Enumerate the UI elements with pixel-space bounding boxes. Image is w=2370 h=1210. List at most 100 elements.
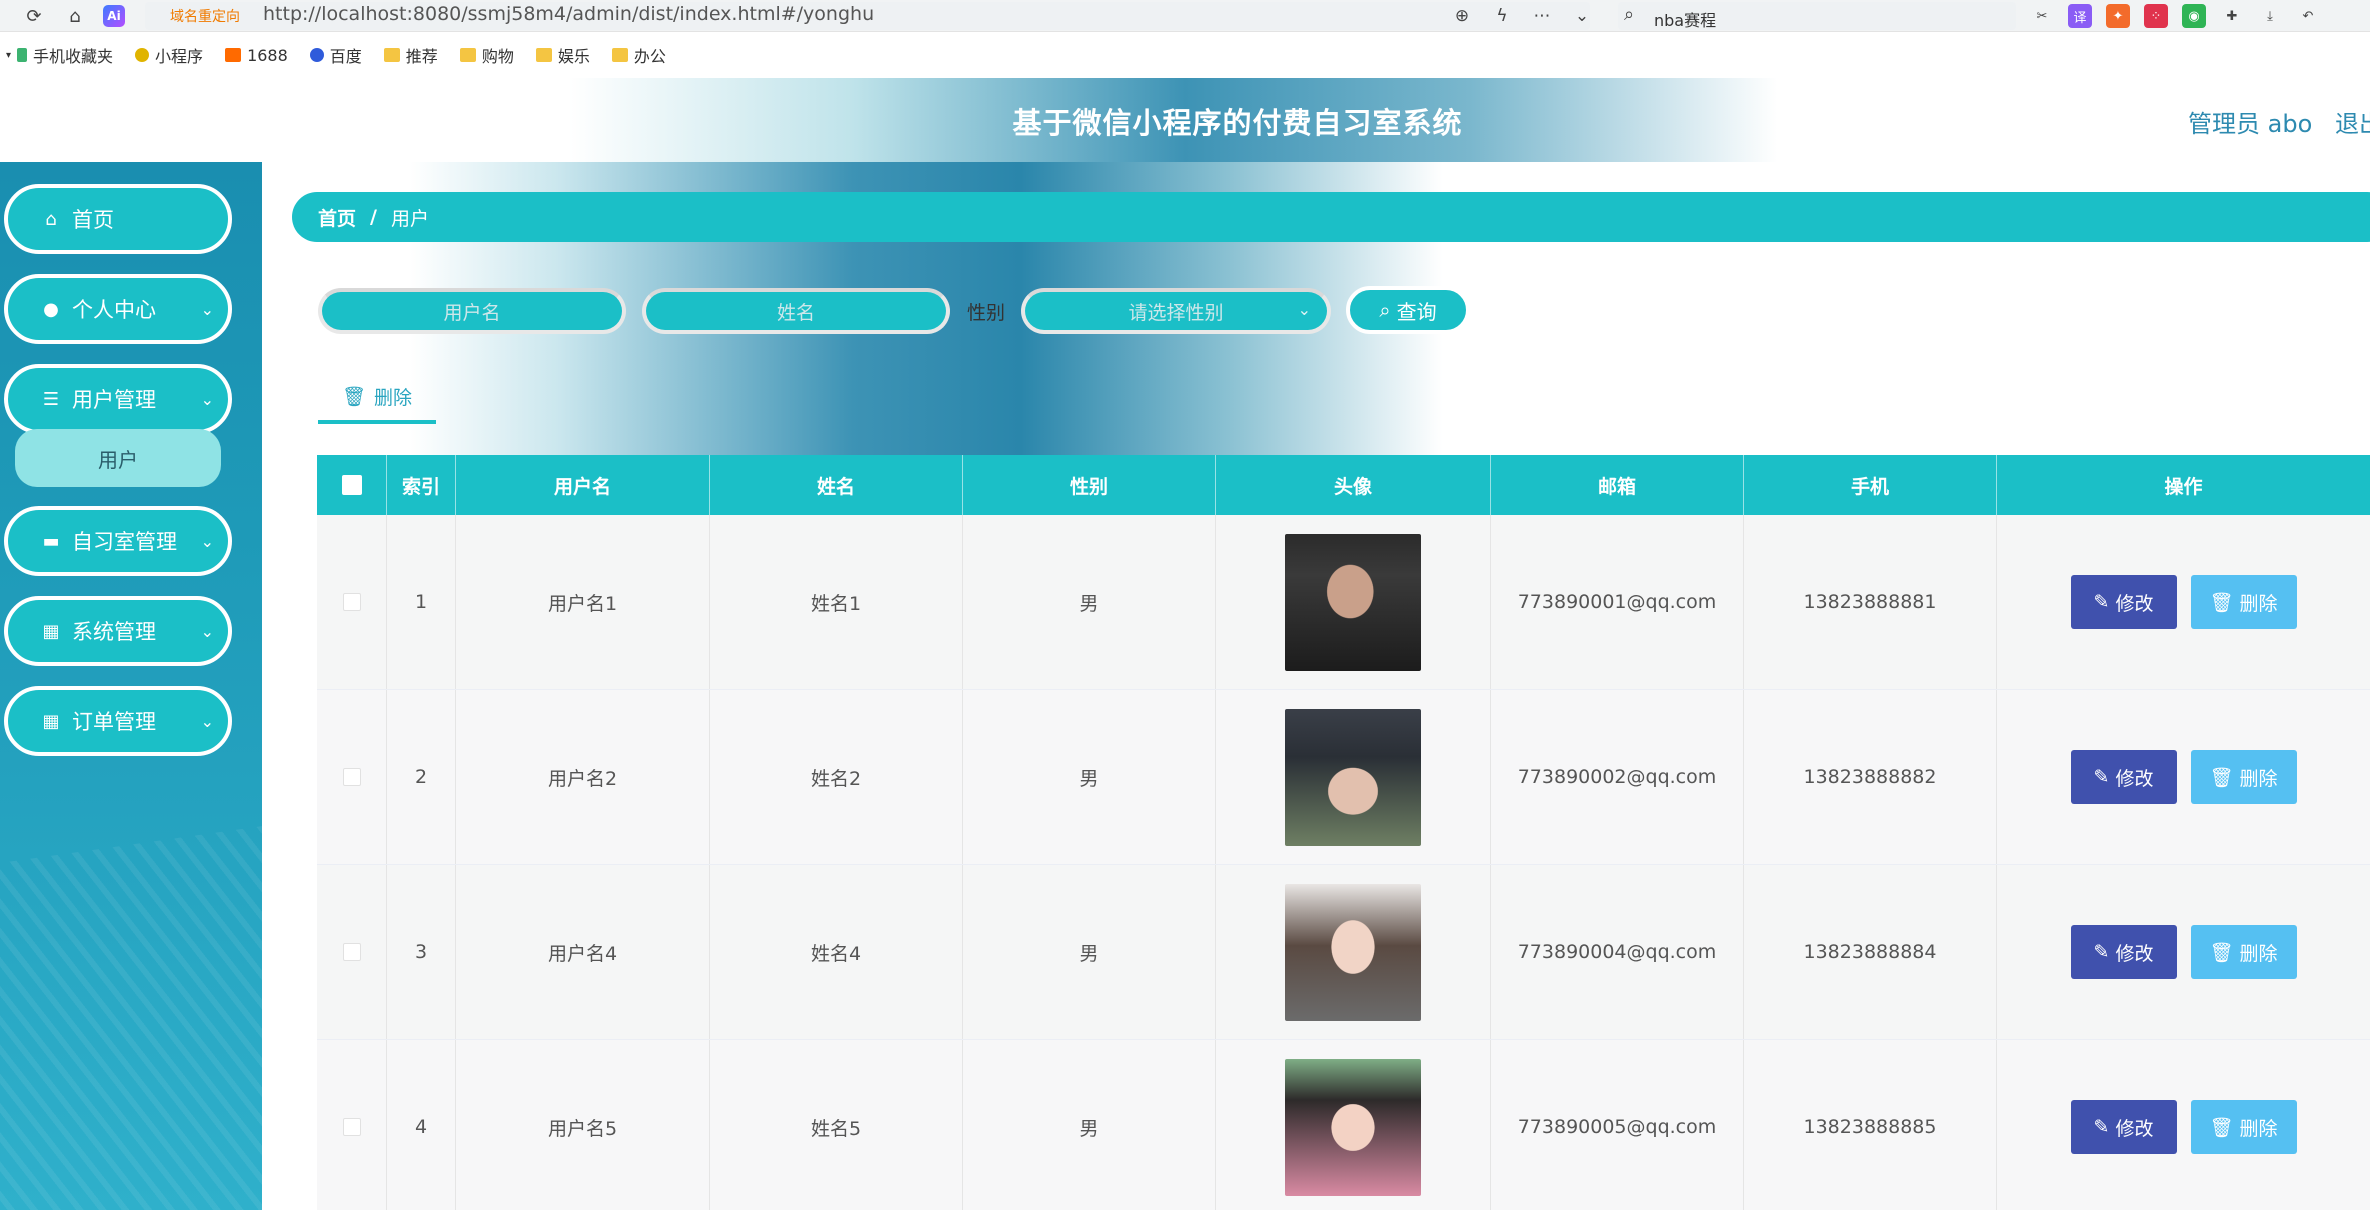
undo-icon[interactable]: ↶ [2296, 4, 2320, 28]
bookmark-1688[interactable]: 1688 [225, 46, 288, 65]
cell-index: 3 [387, 865, 456, 1039]
sidebar-item-home[interactable]: ⌂ 首页 [4, 184, 232, 254]
edit-label: 修改 [2115, 592, 2154, 615]
select-all-checkbox-cell[interactable] [317, 455, 387, 515]
header-name: 姓名 [710, 455, 963, 515]
ai-icon[interactable]: Ai [103, 5, 125, 27]
sidebar-item-order-management[interactable]: ▦ 订单管理 ⌄ [4, 686, 232, 756]
cell-email: 773890001@qq.com [1491, 515, 1744, 689]
bookmark-folder-office[interactable]: 办公 [611, 43, 666, 67]
username-placeholder: 用户名 [443, 301, 501, 324]
sidebar-item-label: 个人中心 [72, 298, 156, 322]
url-text[interactable]: http://localhost:8080/ssmj58m4/admin/dis… [263, 3, 874, 25]
cell-name: 姓名2 [710, 690, 963, 864]
sidebar-item-label: 自习室管理 [72, 530, 177, 554]
edit-button[interactable]: ✎ 修改 [2070, 750, 2177, 804]
gender-select[interactable]: 请选择性别 ⌄ [1021, 288, 1331, 334]
delete-button[interactable]: 🗑 删除 [2190, 1100, 2297, 1154]
delete-button[interactable]: 🗑 删除 [2190, 575, 2297, 629]
avatar-image [1285, 708, 1421, 846]
row-checkbox[interactable] [342, 593, 361, 611]
extensions-icon[interactable]: ✚ [2220, 4, 2244, 28]
edit-button[interactable]: ✎ 修改 [2070, 1100, 2177, 1154]
cell-username: 用户名2 [456, 690, 710, 864]
cell-username: 用户名5 [456, 1040, 710, 1210]
chevron-down-icon: ⌄ [200, 300, 214, 319]
cell-index: 1 [387, 515, 456, 689]
username-search-input[interactable]: 用户名 [318, 288, 626, 334]
select-all-checkbox[interactable] [341, 475, 362, 495]
edit-button[interactable]: ✎ 修改 [2070, 575, 2177, 629]
cell-email: 773890005@qq.com [1491, 1040, 1744, 1210]
row-checkbox[interactable] [342, 943, 361, 961]
breadcrumb-home[interactable]: 首页 [318, 204, 356, 231]
translate-icon[interactable]: 译 [2068, 4, 2092, 28]
avatar-image [1285, 533, 1421, 671]
header-actions: 操作 [2164, 475, 2203, 498]
cell-index: 4 [387, 1040, 456, 1210]
delete-button[interactable]: 🗑 删除 [2190, 750, 2297, 804]
trash-icon: 🗑 [341, 385, 367, 408]
delete-label: 删除 [2239, 1117, 2278, 1140]
sidebar-item-label: 首页 [72, 208, 114, 232]
bookmark-baidu[interactable]: 百度 [309, 43, 362, 67]
reload-icon[interactable]: ⟳ [22, 4, 46, 28]
batch-delete-button[interactable]: 🗑 删除 [318, 372, 436, 424]
browser-toolbar: ⟳ ⌂ Ai 域名重定向 http://localhost:8080/ssmj5… [0, 0, 2370, 32]
sidebar-item-label: 系统管理 [72, 620, 156, 644]
cell-gender: 男 [963, 865, 1216, 1039]
edit-icon: ✎ [2093, 941, 2110, 963]
sidebar-item-system-management[interactable]: ▦ 系统管理 ⌄ [4, 596, 232, 666]
game-icon[interactable]: ✦ [2106, 4, 2130, 28]
sidebar-item-user-management[interactable]: ☰ 用户管理 ⌄ [4, 364, 232, 434]
bookmark-folder-recommend[interactable]: 推荐 [383, 43, 438, 67]
sidebar-item-studyroom-management[interactable]: ▬ 自习室管理 ⌄ [4, 506, 232, 576]
cell-name: 姓名1 [710, 515, 963, 689]
more-icon[interactable]: ⋯ [1530, 4, 1554, 28]
scissors-icon[interactable]: ✂ [2030, 4, 2054, 28]
home-icon[interactable]: ⌂ [63, 4, 87, 28]
monitor-icon: ▬ [42, 530, 60, 552]
query-label: 查询 [1396, 299, 1437, 324]
sidebar-item-profile[interactable]: ● 个人中心 ⌄ [4, 274, 232, 344]
zoom-icon[interactable]: ⊕ [1450, 4, 1474, 28]
browser-search-text: nba赛程 [1654, 11, 1717, 30]
avatar-image [1285, 1058, 1421, 1196]
current-user[interactable]: 管理员 abo [2188, 104, 2312, 139]
home-icon: ⌂ [45, 208, 57, 230]
logout-link[interactable]: 退出 [2335, 104, 2370, 139]
chevron-down-icon[interactable]: ⌄ [1570, 4, 1594, 28]
bookmark-mobile[interactable]: ▾ 手机收藏夹 [6, 43, 113, 67]
bookmarks-bar: ▾ 手机收藏夹 小程序 1688 百度 推荐 购物 娱乐 办公 [0, 32, 2370, 78]
trash-icon: 🗑 [2209, 941, 2234, 964]
bookmark-folder-shopping[interactable]: 购物 [459, 43, 514, 67]
sidebar-subitem-users[interactable]: 用户 [15, 429, 221, 487]
delete-button[interactable]: 🗑 删除 [2190, 925, 2297, 979]
grid-dots-icon[interactable]: ⁘ [2144, 4, 2168, 28]
app-title: 基于微信小程序的付费自习室系统 [1012, 106, 1463, 140]
lightning-icon[interactable]: ϟ [1490, 4, 1514, 28]
cell-gender: 男 [963, 515, 1216, 689]
edit-button[interactable]: ✎ 修改 [2070, 925, 2177, 979]
bookmark-miniprogram[interactable]: 小程序 [135, 43, 203, 67]
bookmark-folder-entertainment[interactable]: 娱乐 [535, 43, 590, 67]
download-icon[interactable]: ⤓ [2258, 4, 2282, 28]
edit-label: 修改 [2115, 942, 2154, 965]
table-row: 4 用户名5 姓名5 男 773890005@qq.com 1382388888… [317, 1040, 2370, 1210]
header-index: 索引 [387, 455, 456, 515]
row-checkbox[interactable] [342, 768, 361, 786]
breadcrumb-current: 用户 [390, 207, 429, 230]
name-search-input[interactable]: 姓名 [642, 288, 950, 334]
cell-username: 用户名4 [456, 865, 710, 1039]
cell-name: 姓名5 [710, 1040, 963, 1210]
wechat-icon[interactable]: ◉ [2182, 4, 2206, 28]
browser-search-box[interactable]: ⌕ nba赛程 [1618, 2, 2016, 30]
row-checkbox[interactable] [342, 1118, 361, 1136]
query-button[interactable]: ⌕ 查询 [1346, 286, 1470, 334]
table-row: 3 用户名4 姓名4 男 773890004@qq.com 1382388888… [317, 865, 2370, 1040]
delete-label: 删除 [2239, 942, 2278, 965]
cell-name: 姓名4 [710, 865, 963, 1039]
cell-email: 773890002@qq.com [1491, 690, 1744, 864]
trash-icon: 🗑 [2209, 1116, 2234, 1139]
cell-gender: 男 [963, 1040, 1216, 1210]
